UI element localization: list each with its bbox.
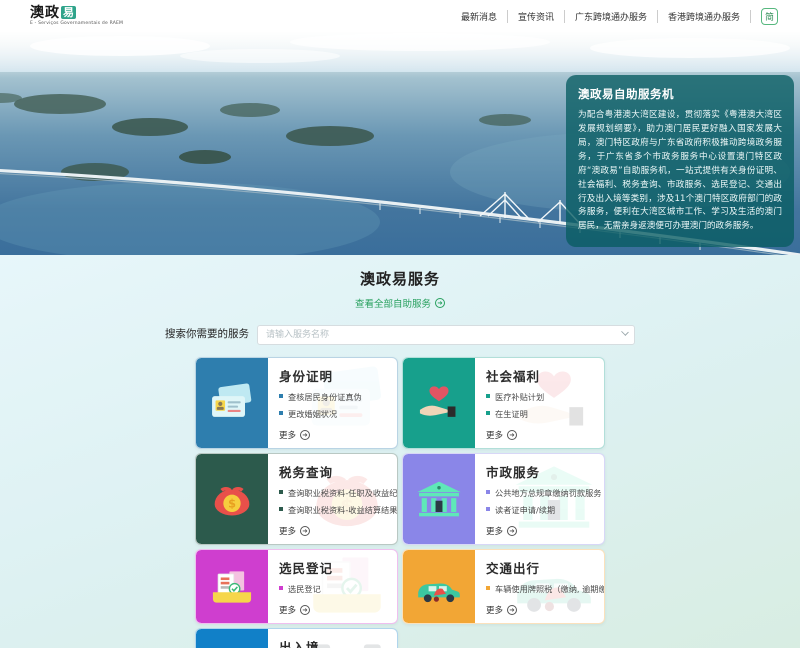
circle-arrow-icon: ➜	[507, 526, 517, 536]
circle-arrow-icon: ➜	[300, 430, 310, 440]
hand-heart-icon	[403, 358, 475, 448]
card-service-list: 医疗补贴计划在生证明	[486, 391, 595, 425]
service-item[interactable]: 读者证申请/续期	[486, 504, 601, 516]
more-label: 更多	[279, 604, 296, 616]
ballot-icon	[196, 550, 268, 623]
nav-item[interactable]: 广东跨境通办服务	[565, 10, 658, 23]
service-item[interactable]: 医疗补贴计划	[486, 391, 595, 403]
more-link[interactable]: 更多 ➜	[486, 425, 595, 441]
service-item[interactable]: 更改婚姻状况	[279, 408, 388, 420]
card-title: 身份证明	[279, 366, 388, 385]
card-title: 交通出行	[486, 558, 605, 577]
card-service-list: 查核居民身份证真伪更改婚姻状况	[279, 391, 388, 425]
card-service-list: 选民登记	[279, 583, 388, 600]
circle-arrow-icon: ➜	[435, 298, 445, 308]
service-card-vehicles: 交通出行 车辆使用牌照税（缴纳, 逾期缴纳） 更多 ➜	[402, 549, 605, 624]
service-item[interactable]: 车辆使用牌照税（缴纳, 逾期缴纳）	[486, 583, 605, 595]
circle-arrow-icon: ➜	[507, 430, 517, 440]
hero-panel-title: 澳政易自助服务机	[578, 86, 782, 102]
id-card-icon	[196, 358, 268, 448]
nav-item[interactable]: 宣传资讯	[508, 10, 565, 23]
service-card-coin-purse: $ 税务查询 查询职业税资料-任职及收益纪录查询职业税资料-收益结算结果 更多 …	[195, 453, 398, 545]
card-title: 社会福利	[486, 366, 595, 385]
top-nav: 最新消息宣传资讯广东跨境通办服务香港跨境通办服务 简	[451, 8, 778, 25]
card-service-list: 查询职业税资料-任职及收益纪录查询职业税资料-收益结算结果	[279, 487, 398, 521]
more-label: 更多	[486, 429, 503, 441]
site-logo[interactable]: 澳政 易 E - Serviços Governamentais de RAEM	[30, 6, 123, 27]
card-service-list: 车辆使用牌照税（缴纳, 逾期缴纳）	[486, 583, 605, 600]
hero-info-panel: 澳政易自助服务机 为配合粤港澳大湾区建设，贯彻落实《粤港澳大湾区发展规划纲要》，…	[566, 75, 794, 247]
service-search-row: 搜索你需要的服务	[165, 322, 635, 345]
civic-building-icon	[403, 454, 475, 544]
more-link[interactable]: 更多 ➜	[486, 600, 605, 616]
border-gates-icon	[196, 629, 268, 648]
logo-text: 澳政	[30, 6, 60, 20]
service-item[interactable]: 公共地方总规章缴纳罚款服务	[486, 487, 601, 499]
logo-accent-glyph: 易	[61, 6, 76, 19]
hero-banner: 澳政易自助服务机 为配合粤港澳大湾区建设，贯彻落实《粤港澳大湾区发展规划纲要》，…	[0, 32, 800, 255]
service-card-border-gates: 出入境 家务工作外地雇员续期雇员身份的逗留许可查询系统 更多 ➜	[195, 628, 398, 648]
page-title: 澳政易服务	[0, 268, 800, 289]
top-header: 澳政 易 E - Serviços Governamentais de RAEM…	[0, 0, 800, 32]
search-label: 搜索你需要的服务	[165, 326, 249, 341]
service-item[interactable]: 选民登记	[279, 583, 388, 595]
view-all-services-link[interactable]: 查看全部自助服务 ➜	[0, 296, 800, 310]
main-content: 澳政易服务 查看全部自助服务 ➜ 搜索你需要的服务 身份证明 查核居民身份证真伪…	[0, 255, 800, 648]
more-link[interactable]: 更多 ➜	[486, 521, 601, 537]
service-item[interactable]: 查核居民身份证真伪	[279, 391, 388, 403]
more-link[interactable]: 更多 ➜	[279, 425, 388, 441]
service-card-ballot: 选民登记 选民登记 更多 ➜	[195, 549, 398, 624]
service-card-grid: 身份证明 查核居民身份证真伪更改婚姻状况 更多 ➜ 社会福利 医疗补贴计划在生证…	[195, 357, 605, 648]
circle-arrow-icon: ➜	[507, 605, 517, 615]
card-title: 税务查询	[279, 462, 398, 481]
coin-purse-icon: $	[196, 454, 268, 544]
language-toggle-button[interactable]: 简	[761, 8, 778, 25]
card-title: 出入境	[279, 637, 394, 648]
service-item[interactable]: 查询职业税资料-收益结算结果	[279, 504, 398, 516]
view-all-label: 查看全部自助服务	[355, 296, 431, 310]
more-label: 更多	[486, 604, 503, 616]
service-item[interactable]: 查询职业税资料-任职及收益纪录	[279, 487, 398, 499]
svg-text:$: $	[228, 498, 236, 511]
more-link[interactable]: 更多 ➜	[279, 521, 398, 537]
circle-arrow-icon: ➜	[300, 605, 310, 615]
more-link[interactable]: 更多 ➜	[279, 600, 388, 616]
card-title: 市政服务	[486, 462, 601, 481]
more-label: 更多	[486, 525, 503, 537]
circle-arrow-icon: ➜	[300, 526, 310, 536]
service-card-civic-building: 市政服务 公共地方总规章缴纳罚款服务读者证申请/续期 更多 ➜	[402, 453, 605, 545]
service-item[interactable]: 在生证明	[486, 408, 595, 420]
more-label: 更多	[279, 429, 296, 441]
card-title: 选民登记	[279, 558, 388, 577]
service-card-id-card: 身份证明 查核居民身份证真伪更改婚姻状况 更多 ➜	[195, 357, 398, 449]
vehicles-icon	[403, 550, 475, 623]
hero-panel-body: 为配合粤港澳大湾区建设，贯彻落实《粤港澳大湾区发展规划纲要》，助力澳门居民更好融…	[578, 109, 782, 234]
more-label: 更多	[279, 525, 296, 537]
nav-item[interactable]: 香港跨境通办服务	[658, 10, 751, 23]
service-card-hand-heart: 社会福利 医疗补贴计划在生证明 更多 ➜	[402, 357, 605, 449]
logo-subtitle: E - Serviços Governamentais de RAEM	[30, 22, 123, 27]
nav-item[interactable]: 最新消息	[451, 10, 508, 23]
service-search-input[interactable]	[257, 325, 635, 345]
card-service-list: 公共地方总规章缴纳罚款服务读者证申请/续期	[486, 487, 601, 521]
